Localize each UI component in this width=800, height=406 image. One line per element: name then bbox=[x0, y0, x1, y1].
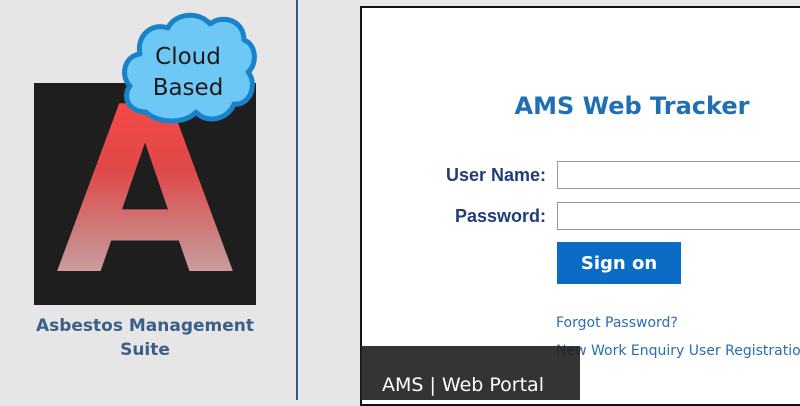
cloud-line-2: Based bbox=[152, 75, 224, 101]
password-input[interactable] bbox=[557, 202, 800, 230]
suite-title-line-2: Suite bbox=[120, 340, 170, 360]
login-title: AMS Web Tracker bbox=[514, 92, 750, 120]
cloud-badge-text: Cloud Based bbox=[118, 42, 258, 104]
username-label: User Name: bbox=[445, 165, 546, 185]
cloud-line-1: Cloud bbox=[155, 44, 221, 70]
caption-bar: AMS | Web Portal bbox=[360, 346, 580, 400]
vertical-divider bbox=[296, 0, 298, 400]
new-user-registration-link[interactable]: New Work Enquiry User Registration bbox=[556, 343, 800, 359]
username-input[interactable] bbox=[557, 161, 800, 189]
suite-title-line-1: Asbestos Management bbox=[35, 316, 255, 336]
password-label: Password: bbox=[454, 206, 546, 226]
forgot-password-link[interactable]: Forgot Password? bbox=[556, 315, 678, 331]
caption-text: AMS | Web Portal bbox=[382, 374, 544, 396]
suite-title: Asbestos Management Suite bbox=[20, 314, 270, 362]
sign-on-button[interactable]: Sign on bbox=[557, 242, 681, 284]
branding-panel: A Cloud Based Asbestos Management Suite bbox=[0, 0, 297, 400]
